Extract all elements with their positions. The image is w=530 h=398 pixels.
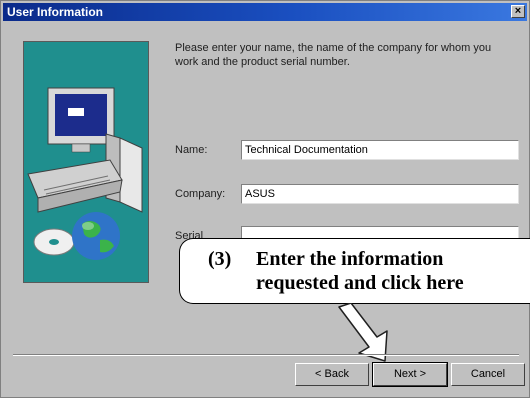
cancel-button[interactable]: Cancel — [451, 363, 525, 386]
window-title: User Information — [7, 5, 104, 19]
back-button[interactable]: < Back — [295, 363, 369, 386]
name-label: Name: — [175, 144, 208, 156]
callout-line-1: Enter the information — [256, 248, 444, 270]
globe-icon — [72, 212, 120, 260]
user-information-dialog: User Information × Please enter your nam… — [0, 0, 530, 398]
setup-illustration — [23, 41, 149, 283]
company-field[interactable]: ASUS — [241, 184, 519, 204]
button-separator — [13, 354, 519, 356]
name-field[interactable]: Technical Documentation — [241, 140, 519, 160]
title-bar[interactable]: User Information × — [3, 3, 527, 21]
arrow-pointer-icon — [338, 303, 388, 362]
callout-line-2: requested and click here — [256, 272, 464, 294]
computer-illustration — [24, 42, 148, 282]
cd-disc-icon — [33, 228, 75, 256]
close-icon[interactable]: × — [511, 5, 525, 18]
instructions-text: Please enter your name, the name of the … — [175, 42, 492, 68]
callout-step-number: (3) — [208, 248, 232, 270]
next-button[interactable]: Next > — [372, 362, 448, 387]
instruction-callout: (3) Enter the information requested and … — [179, 238, 530, 304]
company-label: Company: — [175, 188, 226, 200]
